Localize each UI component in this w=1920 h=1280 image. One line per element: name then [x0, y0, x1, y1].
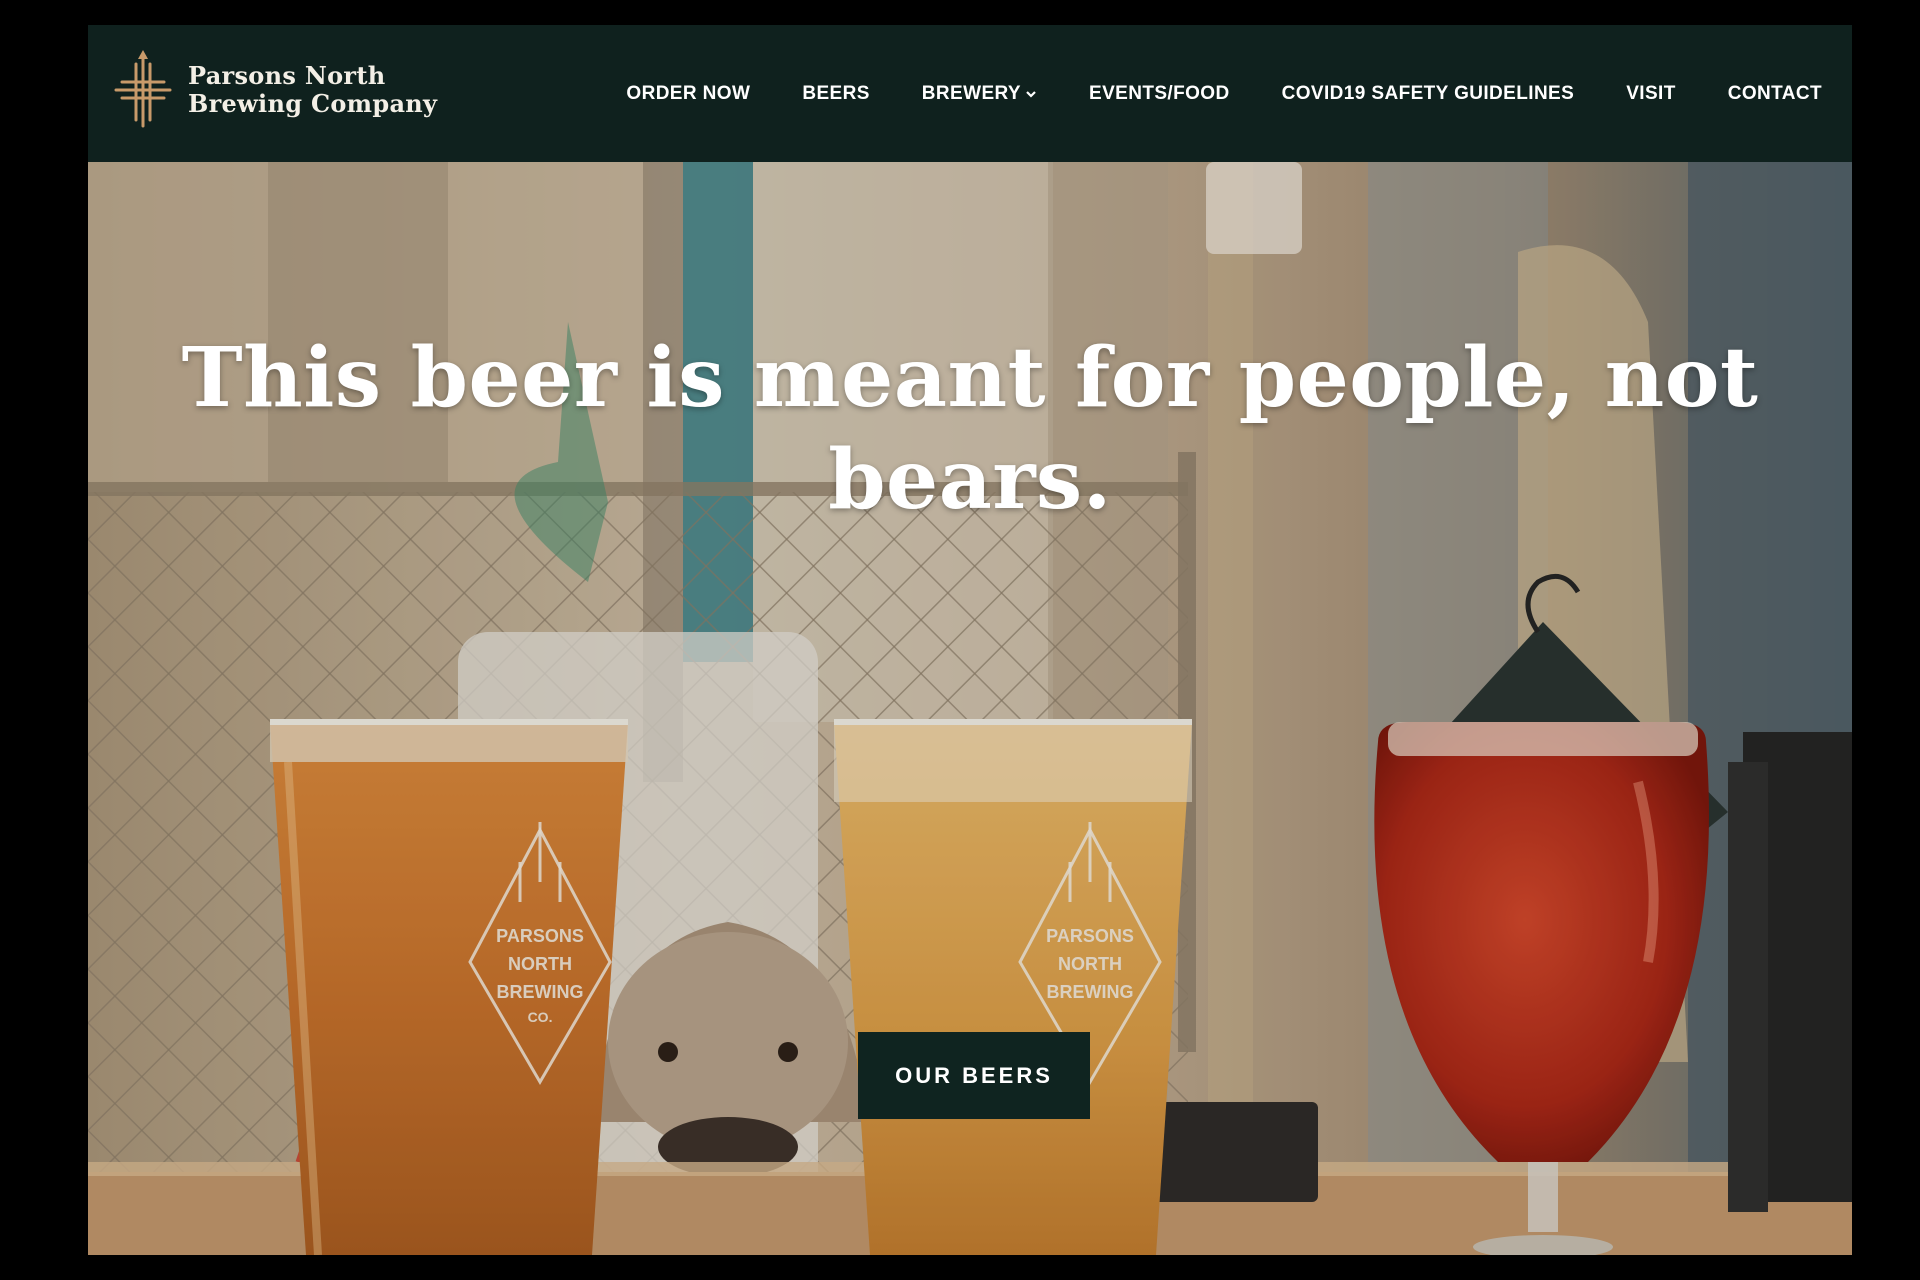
nav-beers[interactable]: BEERS [802, 83, 869, 105]
site-header: Parsons North Brewing Company ORDER NOW … [88, 25, 1852, 162]
nav-events-food-label: EVENTS/FOOD [1089, 82, 1230, 104]
hero-section: PARSONS NORTH BREWING CO. PARSONS NORTH … [88, 162, 1852, 1255]
brand-name-line2: Brewing Company [188, 89, 438, 118]
hero-headline: This beer is meant for people, not bears… [181, 330, 1759, 528]
page-frame: Parsons North Brewing Company ORDER NOW … [88, 25, 1852, 1255]
nav-order-now[interactable]: ORDER NOW [626, 83, 750, 105]
our-beers-button[interactable]: OUR BEERS [858, 1032, 1090, 1119]
nav-contact[interactable]: CONTACT [1728, 83, 1822, 105]
nav-brewery[interactable]: BREWERY [922, 83, 1037, 105]
brand-name-line1: Parsons North [188, 61, 386, 90]
nav-covid-guidelines[interactable]: COVID19 SAFETY GUIDELINES [1282, 83, 1575, 105]
brand-name: Parsons North Brewing Company [188, 62, 437, 118]
nav-covid-guidelines-label: COVID19 SAFETY GUIDELINES [1281, 82, 1575, 104]
brand-logo[interactable]: Parsons North Brewing Company [112, 50, 437, 130]
main-nav: ORDER NOW BEERS BREWERY EVENTS/FOOD COVI… [626, 25, 1822, 162]
nav-contact-label: CONTACT [1727, 82, 1822, 104]
nav-beers-label: BEERS [802, 82, 870, 104]
nav-brewery-label: BREWERY [921, 82, 1022, 104]
nav-events-food[interactable]: EVENTS/FOOD [1089, 83, 1230, 105]
brand-mark-icon [114, 50, 172, 128]
nav-visit[interactable]: VISIT [1626, 83, 1676, 105]
nav-order-now-label: ORDER NOW [626, 82, 751, 104]
nav-visit-label: VISIT [1626, 82, 1676, 104]
chevron-down-icon [1026, 90, 1036, 98]
